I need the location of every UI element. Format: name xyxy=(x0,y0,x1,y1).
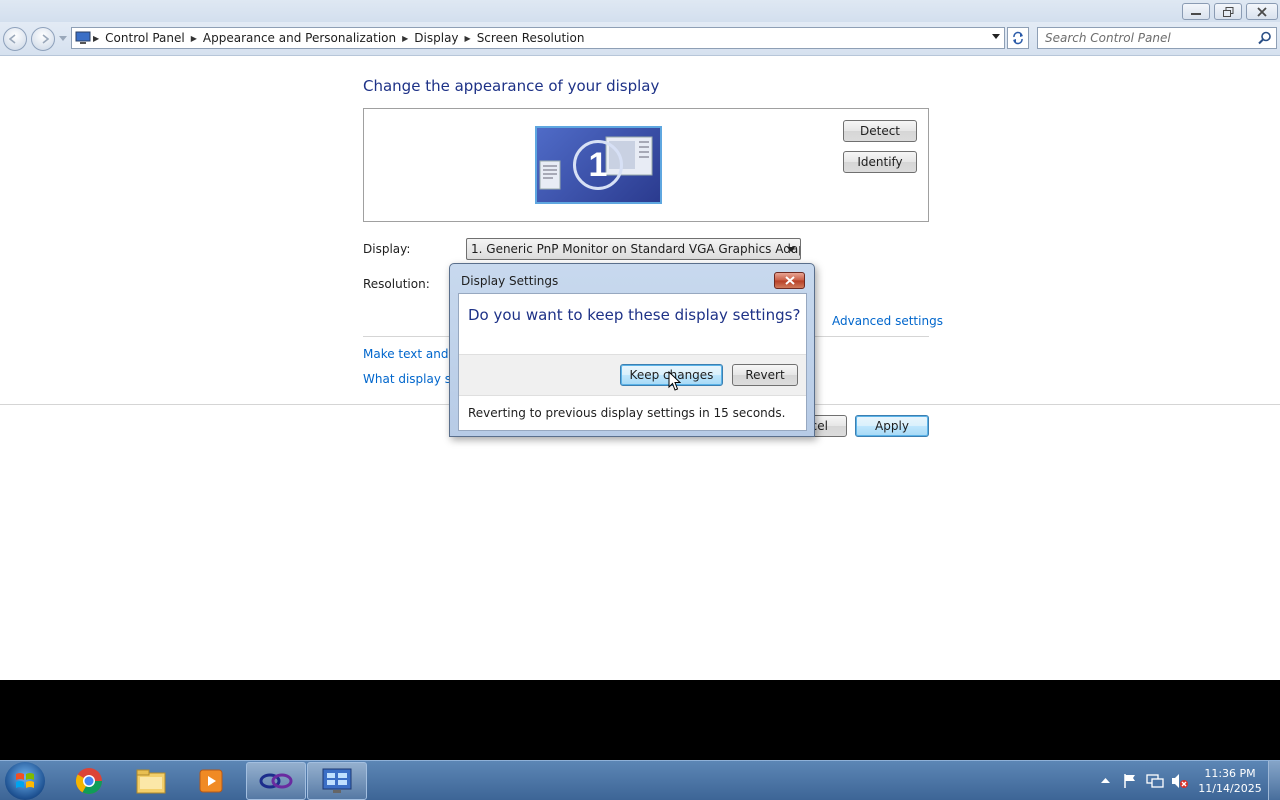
display-select[interactable]: 1. Generic PnP Monitor on Standard VGA G… xyxy=(466,238,801,260)
control-panel-window: ▶ Control Panel ▶ Appearance and Persona… xyxy=(0,0,1280,680)
minimize-button[interactable] xyxy=(1182,3,1210,20)
advanced-settings-link[interactable]: Advanced settings xyxy=(832,314,943,328)
apply-button[interactable]: Apply xyxy=(855,415,929,437)
restore-button[interactable] xyxy=(1214,3,1242,20)
chevron-down-icon xyxy=(787,247,795,252)
arrow-right-icon xyxy=(42,34,49,44)
show-hidden-icons-icon[interactable] xyxy=(1101,777,1110,783)
dialog-title: Display Settings xyxy=(461,274,559,288)
chevron-down-icon[interactable] xyxy=(992,34,1000,40)
forward-button[interactable] xyxy=(31,27,55,51)
taskbar-control-panel[interactable] xyxy=(307,762,367,800)
breadcrumb-screen-resolution[interactable]: Screen Resolution xyxy=(473,31,589,45)
revert-button[interactable]: Revert xyxy=(732,364,798,386)
close-icon xyxy=(1257,6,1267,17)
mouse-cursor-icon xyxy=(668,371,681,391)
desktop-gadget-icon xyxy=(539,160,561,190)
back-button[interactable] xyxy=(3,27,27,51)
window-close-button[interactable] xyxy=(1246,3,1278,20)
arrow-left-icon xyxy=(9,34,16,44)
refresh-button[interactable] xyxy=(1007,27,1029,49)
clock-time: 11:36 PM xyxy=(1204,767,1256,780)
taskbar-explorer[interactable] xyxy=(121,762,181,800)
display-label: Display: xyxy=(363,242,411,256)
breadcrumb-separator-icon[interactable]: ▶ xyxy=(400,34,410,43)
page-title: Change the appearance of your display xyxy=(363,77,660,95)
countdown-status: Reverting to previous display settings i… xyxy=(468,406,786,420)
breadcrumb-control-panel[interactable]: Control Panel xyxy=(101,31,189,45)
display-settings-dialog: Display Settings Do you want to keep the… xyxy=(449,263,815,437)
search-box[interactable] xyxy=(1037,27,1277,49)
breadcrumb-separator-icon[interactable]: ▶ xyxy=(189,34,199,43)
windows-logo-icon xyxy=(16,773,34,788)
close-icon xyxy=(784,276,795,285)
system-clock[interactable]: 11:36 PM 11/14/2025 xyxy=(1196,766,1264,796)
taskbar-chrome[interactable] xyxy=(59,762,119,800)
clock-date: 11/14/2025 xyxy=(1198,782,1262,795)
start-button[interactable] xyxy=(5,762,45,800)
app-icon xyxy=(259,773,293,789)
taskbar-media-player[interactable] xyxy=(181,762,241,800)
file-explorer-icon xyxy=(136,769,166,794)
address-field[interactable]: ▶ Control Panel ▶ Appearance and Persona… xyxy=(71,27,1005,49)
breadcrumb-separator-icon[interactable]: ▶ xyxy=(463,34,473,43)
minimize-icon xyxy=(1191,12,1201,15)
search-icon[interactable] xyxy=(1258,31,1272,45)
breadcrumb-appearance[interactable]: Appearance and Personalization xyxy=(199,31,400,45)
dialog-question: Do you want to keep these display settin… xyxy=(468,306,801,324)
breadcrumb-separator-icon[interactable]: ▶ xyxy=(91,34,101,43)
show-desktop-button[interactable] xyxy=(1268,761,1280,800)
volume-muted-icon[interactable] xyxy=(1171,773,1189,789)
taskbar-app[interactable] xyxy=(246,762,306,800)
chrome-icon xyxy=(75,768,103,795)
detect-button[interactable]: Detect xyxy=(843,120,917,142)
recent-pages-icon[interactable] xyxy=(59,36,67,42)
dialog-close-button[interactable] xyxy=(774,272,805,289)
network-icon[interactable] xyxy=(1146,773,1164,789)
monitor-number: 1 xyxy=(573,140,623,190)
control-panel-icon xyxy=(322,768,352,793)
dialog-button-area: Keep changes Revert xyxy=(459,354,806,396)
restore-icon xyxy=(1222,6,1233,17)
action-center-flag-icon[interactable] xyxy=(1122,773,1138,789)
refresh-icon xyxy=(1013,31,1023,45)
dialog-body: Do you want to keep these display settin… xyxy=(458,293,807,431)
media-player-icon xyxy=(199,769,223,793)
resolution-label: Resolution: xyxy=(363,277,430,291)
control-panel-icon xyxy=(75,31,91,44)
display-select-value: 1. Generic PnP Monitor on Standard VGA G… xyxy=(471,242,801,256)
title-bar xyxy=(0,0,1280,22)
address-bar-area: ▶ Control Panel ▶ Appearance and Persona… xyxy=(0,22,1280,56)
identify-button[interactable]: Identify xyxy=(843,151,917,173)
breadcrumb-display[interactable]: Display xyxy=(410,31,462,45)
monitor-1-thumbnail[interactable]: 1 xyxy=(535,126,662,204)
search-input[interactable] xyxy=(1038,31,1248,45)
taskbar: 11:36 PM 11/14/2025 xyxy=(0,760,1280,800)
